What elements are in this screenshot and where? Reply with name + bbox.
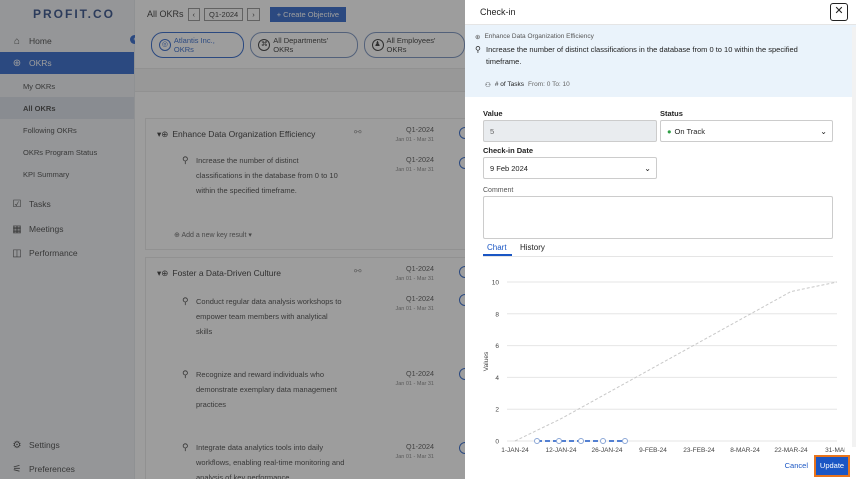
tab-chart[interactable]: Chart [487,243,507,252]
checkin-date-select[interactable]: 9 Feb 2024 ⌄ [483,157,657,179]
tasks-metric: ⚇ # of Tasks From: 0 To: 10 [485,81,570,89]
close-button[interactable]: ✕ [830,3,848,21]
tab-history[interactable]: History [520,243,545,252]
checkin-date-label: Check-in Date [483,146,534,155]
value-field[interactable]: 5 [483,120,657,142]
status-select[interactable]: ● On Track ⌄ [660,120,833,142]
y-axis-label: Values [483,351,490,371]
objective-name: Enhance Data Organization Efficiency [484,33,594,40]
progress-chart: 0246810Values1-JAN-24 12-JAN-24 26-JAN-24 9… [483,280,845,453]
key-result-ref: ⚲ Increase the number of distinct classif… [475,44,825,68]
data-point [556,438,562,444]
tab-divider [483,256,833,257]
y-tick-label: 4 [495,375,499,382]
metric-label: # of Tasks [494,81,524,88]
comment-label: Comment [483,187,514,194]
y-tick-label: 6 [495,343,499,350]
key-result-text: Increase the number of distinct classifi… [486,45,798,66]
update-button[interactable]: Update [814,455,850,477]
chevron-down-icon: ⌄ [644,163,651,173]
y-tick-label: 0 [495,439,499,446]
data-point [600,438,606,444]
checkin-panel: Check-in ✕ ⊕ Enhance Data Organization Ef… [465,0,856,479]
chevron-down-icon: ⌄ [820,126,827,136]
panel-footer: Cancel Update [465,452,856,479]
data-point [578,438,584,444]
status-label: Status [660,109,683,118]
scrollbar[interactable] [852,27,856,447]
checkin-date-value: 9 Feb 2024 [490,163,528,173]
y-tick-label: 8 [495,311,499,318]
data-point [622,438,628,444]
modal-backdrop[interactable] [0,0,465,479]
panel-header: Check-in [465,0,856,25]
status-dot-icon: ● [667,126,672,136]
y-tick-label: 2 [495,407,499,414]
metric-icon: ⚇ [485,82,491,89]
data-point [534,438,540,444]
key-icon: ⚲ [475,45,481,54]
objective-ref: ⊕ Enhance Data Organization Efficiency [475,33,846,41]
metric-range: From: 0 To: 10 [527,81,570,88]
cancel-button[interactable]: Cancel [785,461,808,470]
y-tick-label: 10 [492,280,500,287]
panel-title: Check-in [480,7,516,17]
target-line [514,281,838,442]
okr-target-icon: ⊕ [475,34,481,41]
comment-field[interactable] [483,196,833,239]
status-value: On Track [674,126,705,136]
value-label: Value [483,109,503,118]
